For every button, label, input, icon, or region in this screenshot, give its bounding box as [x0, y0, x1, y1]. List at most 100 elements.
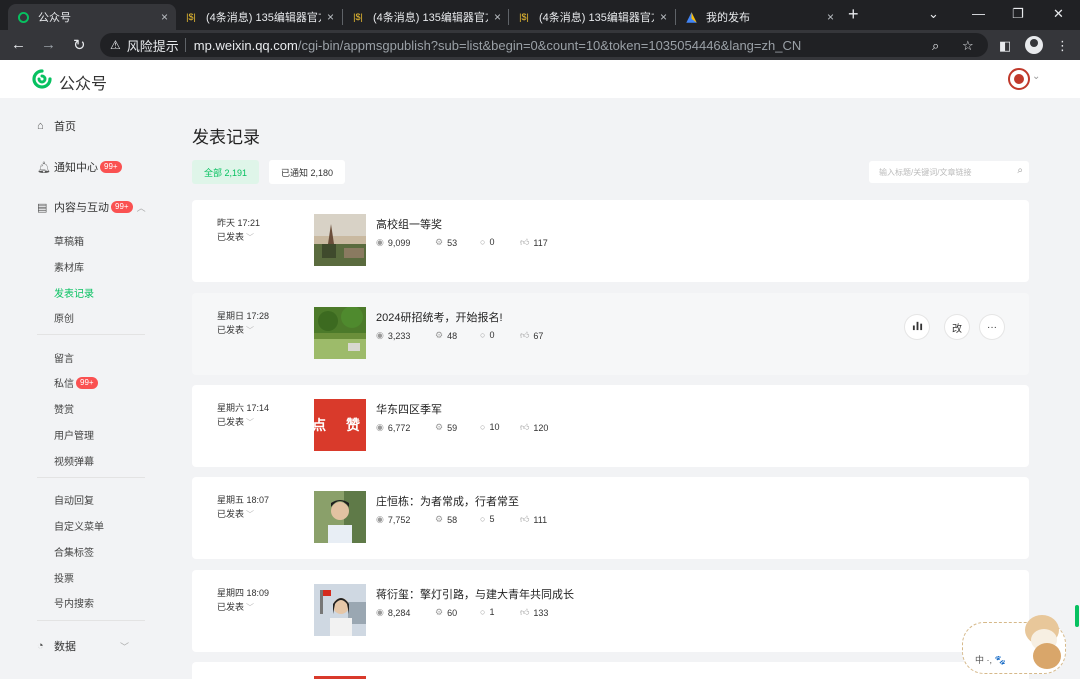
filter-tab-notified[interactable]: 已通知 2,180 — [269, 160, 346, 184]
search-icon[interactable]: ⌕ — [1017, 165, 1023, 176]
tab-search-icon[interactable]: ⌄ — [928, 6, 939, 22]
browser-profile-avatar[interactable] — [1025, 36, 1043, 54]
close-icon[interactable]: × — [327, 10, 334, 24]
article-title[interactable]: 庄恒栋：为者常成，行者常至 — [376, 493, 519, 509]
thumbs-up-icon: 👍︎ — [520, 330, 530, 340]
share-icon: ⚙ — [435, 514, 444, 524]
search-input[interactable] — [879, 167, 1009, 177]
zoom-icon[interactable]: ⌕ — [932, 38, 939, 54]
mascot-widget[interactable]: 中 ·, 🐾 — [962, 615, 1066, 674]
article-thumbnail[interactable] — [314, 307, 366, 359]
close-icon[interactable]: × — [660, 10, 667, 24]
article-thumbnail[interactable] — [314, 214, 366, 266]
sidebar-item-content[interactable]: ▤ 内容与互动 99+ ︿ — [37, 199, 146, 215]
sidebar-item-original[interactable]: 原创 — [54, 310, 74, 325]
restore-icon[interactable]: ❐ — [1012, 6, 1024, 22]
sidebar-item-appreciation[interactable]: 赞赏 — [54, 401, 74, 416]
views-count: 8,284 — [387, 607, 411, 618]
sidebar-item-users[interactable]: 用户管理 — [54, 427, 94, 442]
comments-stat: ○ 10 — [480, 422, 499, 432]
sidebar-item-notifications[interactable]: 🔔︎ 通知中心 99+ — [37, 159, 122, 175]
window-close-icon[interactable]: ✕ — [1053, 6, 1064, 22]
chevron-down-icon[interactable]: ﹀ — [120, 640, 129, 653]
new-tab-button[interactable]: + — [848, 4, 859, 25]
shares-stat: ⚙ 58 — [435, 514, 457, 525]
article-thumbnail[interactable] — [314, 491, 366, 543]
back-icon[interactable]: ← — [11, 36, 26, 53]
forward-icon[interactable]: → — [41, 36, 56, 53]
shares-count: 48 — [447, 330, 458, 341]
shares-count: 53 — [447, 237, 458, 248]
article-card[interactable]: 昨天 17:21 已发表 ﹀ 高校组一等奖 ◉ 9,099 ⚙ 53 ○ 0 👍︎ 117 — [192, 200, 1029, 282]
thumbs-up-icon: 👍︎ — [520, 514, 530, 524]
reload-icon[interactable]: ↻ — [73, 36, 86, 54]
sidebar-item-comments[interactable]: 留言 — [54, 350, 74, 365]
chevron-down-icon[interactable]: ⌄ — [1032, 71, 1040, 82]
wechat-mp-logo-icon — [32, 69, 52, 89]
likes-count: 67 — [533, 330, 544, 341]
sidebar-item-vote[interactable]: 投票 — [54, 570, 74, 585]
publish-status[interactable]: 已发表 ﹀ — [217, 507, 254, 520]
article-card[interactable]: 星期六 17:14 已发表 ﹀ 点 赞 华东四区季军 ◉ 6,772 ⚙ 59 ○ 10… — [192, 385, 1029, 467]
app-header: 公众号 ⌄ — [0, 60, 1080, 98]
sidebar-item-label: 数据 — [54, 641, 76, 653]
article-card[interactable]: 星期四 18:09 已发表 ﹀ 蒋衍玺：擎灯引路，与建大青年共同成长 ◉ 8,284… — [192, 570, 1029, 652]
sidebar-item-publish-records[interactable]: 发表记录 — [54, 285, 94, 300]
publish-status[interactable]: 已发表 ﹀ — [217, 415, 254, 428]
views-count: 6,772 — [387, 422, 411, 433]
article-title[interactable]: 2024研招统考，开始报名! — [376, 309, 503, 325]
sidebar-item-collections[interactable]: 合集标签 — [54, 544, 94, 559]
sidebar-item-auto-reply[interactable]: 自动回复 — [54, 492, 94, 507]
browser-tab-gzh[interactable]: 公众号 × — [8, 4, 176, 30]
chevron-up-icon[interactable]: ︿ — [137, 201, 146, 214]
article-card[interactable] — [192, 662, 1029, 679]
browser-tab-135-1[interactable]: |$| (4条消息) 135编辑器官方 × — [176, 4, 342, 30]
chevron-down-icon: ﹀ — [246, 510, 255, 519]
publish-status[interactable]: 已发表 ﹀ — [217, 230, 254, 243]
publish-status[interactable]: 已发表 ﹀ — [217, 600, 254, 613]
sidebar-item-label: 首页 — [54, 121, 76, 133]
edit-button[interactable]: 改 — [945, 315, 969, 339]
article-title[interactable]: 蒋衍玺：擎灯引路，与建大青年共同成长 — [376, 586, 574, 602]
sidebar-item-custom-menu[interactable]: 自定义菜单 — [54, 518, 104, 533]
sidebar-item-search[interactable]: 号内搜索 — [54, 595, 94, 610]
shares-stat: ⚙ 59 — [435, 422, 457, 433]
comment-icon: ○ — [480, 330, 486, 340]
sidebar-item-danmaku[interactable]: 视频弹幕 — [54, 453, 94, 468]
135-editor-icon: |$| — [186, 12, 196, 22]
browser-tab-135-2[interactable]: |$| (4条消息) 135编辑器官方 × — [343, 4, 509, 30]
sidebar-item-drafts[interactable]: 草稿箱 — [54, 233, 84, 248]
close-icon[interactable]: × — [161, 10, 168, 24]
sidebar-item-data[interactable]: ◔ 数据 ﹀ — [37, 638, 129, 654]
tab-title: (4条消息) 135编辑器官方 — [206, 12, 321, 24]
article-thumbnail[interactable] — [314, 584, 366, 636]
side-panel-icon[interactable]: ◧ — [999, 38, 1011, 54]
article-card[interactable]: 星期五 18:07 已发表 ﹀ 庄恒栋：为者常成，行者常至 ◉ 7,752 ⚙ 58 … — [192, 477, 1029, 559]
bookmark-star-icon[interactable]: ☆ — [962, 38, 974, 54]
close-icon[interactable]: × — [827, 10, 834, 24]
article-card[interactable]: 星期日 17:28 已发表 ﹀ 2024研招统考，开始报名! ◉ 3,233 ⚙ 48… — [192, 293, 1029, 375]
article-thumbnail[interactable]: 点 赞 — [314, 399, 366, 451]
account-avatar[interactable] — [1008, 68, 1030, 90]
chart-pie-icon: ◔ — [37, 640, 44, 652]
close-icon[interactable]: × — [494, 10, 501, 24]
publish-status[interactable]: 已发表 ﹀ — [217, 323, 254, 336]
filter-tab-all[interactable]: 全部 2,191 — [192, 160, 260, 184]
status-label: 已发表 — [217, 417, 245, 427]
status-label: 已发表 — [217, 232, 245, 242]
sidebar-item-home[interactable]: ⌂ 首页 — [37, 118, 76, 134]
browser-tab-135-3[interactable]: |$| (4条消息) 135编辑器官方 × — [509, 4, 675, 30]
browser-tab-my-publish[interactable]: 我的发布 × — [676, 4, 842, 30]
likes-count: 120 — [533, 422, 549, 433]
minimize-icon[interactable]: — — [972, 6, 985, 21]
likes-count: 117 — [533, 237, 548, 248]
scroll-indicator[interactable] — [1075, 605, 1079, 627]
stats-button[interactable] — [905, 315, 929, 339]
article-title[interactable]: 华东四区季军 — [376, 401, 442, 417]
article-title[interactable]: 高校组一等奖 — [376, 216, 442, 232]
address-bar[interactable]: ⚠ 风险提示 mp.weixin.qq.com/cgi-bin/appmsgpu… — [100, 33, 988, 57]
sidebar-item-materials[interactable]: 素材库 — [54, 259, 84, 274]
sidebar-item-messages[interactable]: 私信 99+ — [54, 375, 98, 390]
more-button[interactable]: ··· — [980, 315, 1004, 339]
browser-menu-icon[interactable]: ⋮ — [1056, 38, 1069, 54]
